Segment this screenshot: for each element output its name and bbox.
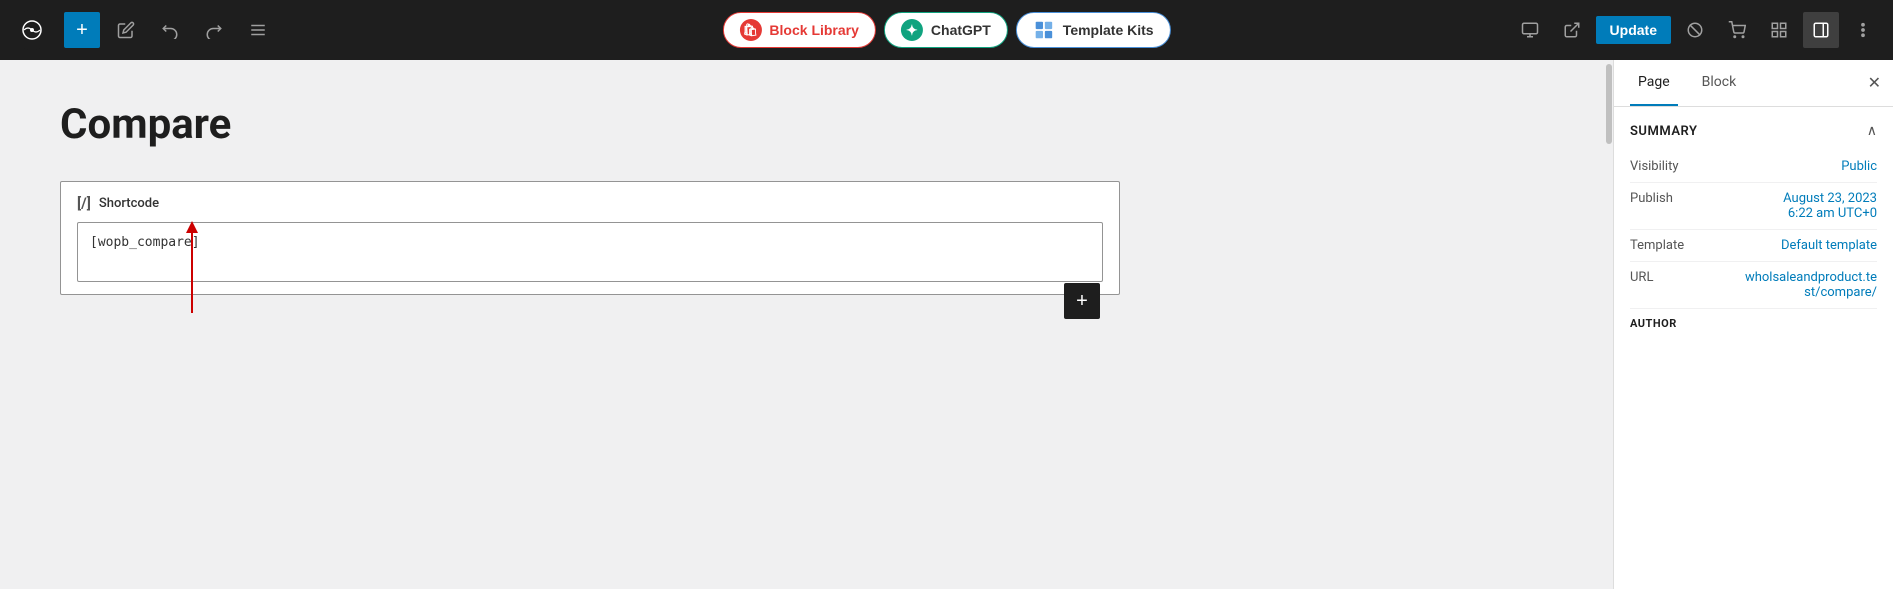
template-row: Template Default template bbox=[1630, 230, 1877, 262]
tab-block[interactable]: Block bbox=[1694, 60, 1745, 106]
undo-icon[interactable] bbox=[152, 12, 188, 48]
sidebar: Page Block ✕ Summary ∧ Visibility Public bbox=[1613, 60, 1893, 589]
author-label: AUTHOR bbox=[1630, 317, 1677, 330]
shortcode-block: [/] Shortcode [wopb_compare] bbox=[60, 181, 1120, 295]
tab-page[interactable]: Page bbox=[1630, 60, 1678, 106]
url-line1: wholsaleandproduct.te bbox=[1745, 270, 1877, 285]
template-kits-label: Template Kits bbox=[1063, 22, 1154, 38]
editor-area: Compare [/] Shortcode [wopb_compare] + bbox=[0, 60, 1605, 589]
shortcode-label: Shortcode bbox=[99, 196, 159, 211]
summary-title: Summary bbox=[1630, 124, 1697, 139]
publish-value[interactable]: August 23, 2023 6:22 am UTC+0 bbox=[1783, 191, 1877, 221]
summary-section-header: Summary ∧ bbox=[1630, 123, 1877, 139]
url-label: URL bbox=[1630, 270, 1653, 285]
page-title: Compare bbox=[60, 100, 1545, 149]
list-view-icon[interactable] bbox=[240, 12, 276, 48]
block-library-button[interactable]: 🛍 Block Library bbox=[722, 12, 875, 48]
add-block-button-bottom[interactable]: + bbox=[1064, 283, 1100, 319]
block-library-label: Block Library bbox=[769, 22, 858, 38]
shortcode-content: [wopb_compare] bbox=[90, 235, 200, 250]
pen-icon[interactable] bbox=[108, 12, 144, 48]
url-row: URL wholsaleandproduct.te st/compare/ bbox=[1630, 262, 1877, 309]
chatgpt-button[interactable]: ✦ ChatGPT bbox=[884, 12, 1008, 48]
sidebar-content: Summary ∧ Visibility Public Publish Augu… bbox=[1614, 107, 1893, 374]
publish-label: Publish bbox=[1630, 191, 1673, 206]
cursor-arrow bbox=[186, 221, 198, 313]
shortcode-bracket-icon: [/] bbox=[77, 194, 91, 212]
publish-line1: August 23, 2023 bbox=[1783, 191, 1877, 206]
close-icon: ✕ bbox=[1868, 75, 1881, 92]
add-block-button[interactable]: + bbox=[64, 12, 100, 48]
visibility-value[interactable]: Public bbox=[1841, 159, 1877, 174]
shortcode-header: [/] Shortcode bbox=[77, 194, 1103, 212]
redo-icon[interactable] bbox=[196, 12, 232, 48]
url-value[interactable]: wholsaleandproduct.te st/compare/ bbox=[1745, 270, 1877, 300]
scroll-thumb bbox=[1606, 64, 1612, 144]
sidebar-header: Page Block ✕ bbox=[1614, 60, 1893, 107]
toolbar-right: Update bbox=[1512, 12, 1881, 48]
template-kits-button[interactable]: Template Kits bbox=[1016, 12, 1171, 48]
author-row: AUTHOR bbox=[1630, 309, 1877, 338]
template-label: Template bbox=[1630, 238, 1684, 253]
publish-line2: 6:22 am UTC+0 bbox=[1783, 206, 1877, 221]
template-value[interactable]: Default template bbox=[1781, 238, 1877, 253]
wp-logo[interactable] bbox=[12, 10, 52, 50]
sidebar-toggle-icon[interactable] bbox=[1803, 12, 1839, 48]
collapse-icon[interactable]: ∧ bbox=[1867, 123, 1877, 139]
block-library-icon: 🛍 bbox=[739, 19, 761, 41]
toolbar-center-buttons: 🛍 Block Library ✦ ChatGPT Template Kits bbox=[722, 12, 1170, 48]
publish-row: Publish August 23, 2023 6:22 am UTC+0 bbox=[1630, 183, 1877, 230]
visibility-label: Visibility bbox=[1630, 159, 1679, 174]
shortcode-input[interactable]: [wopb_compare] bbox=[77, 222, 1103, 282]
cart-icon[interactable] bbox=[1719, 12, 1755, 48]
sidebar-close-button[interactable]: ✕ bbox=[1868, 73, 1881, 93]
visibility-row: Visibility Public bbox=[1630, 151, 1877, 183]
more-options-icon[interactable] bbox=[1845, 12, 1881, 48]
scrollbar[interactable] bbox=[1605, 60, 1613, 589]
chatgpt-label: ChatGPT bbox=[931, 22, 991, 38]
update-button[interactable]: Update bbox=[1596, 16, 1671, 44]
template-kits-icon bbox=[1033, 19, 1055, 41]
external-link-icon[interactable] bbox=[1554, 12, 1590, 48]
summary-section: Summary ∧ Visibility Public Publish Augu… bbox=[1630, 123, 1877, 338]
prohibit-icon[interactable] bbox=[1677, 12, 1713, 48]
main-layout: Compare [/] Shortcode [wopb_compare] + bbox=[0, 60, 1893, 589]
add-block-area: + bbox=[60, 303, 1120, 339]
toolbar: + 🛍 Block Library bbox=[0, 0, 1893, 60]
grid-icon[interactable] bbox=[1761, 12, 1797, 48]
preview-monitor-icon[interactable] bbox=[1512, 12, 1548, 48]
url-line2: st/compare/ bbox=[1745, 285, 1877, 300]
chatgpt-icon: ✦ bbox=[901, 19, 923, 41]
